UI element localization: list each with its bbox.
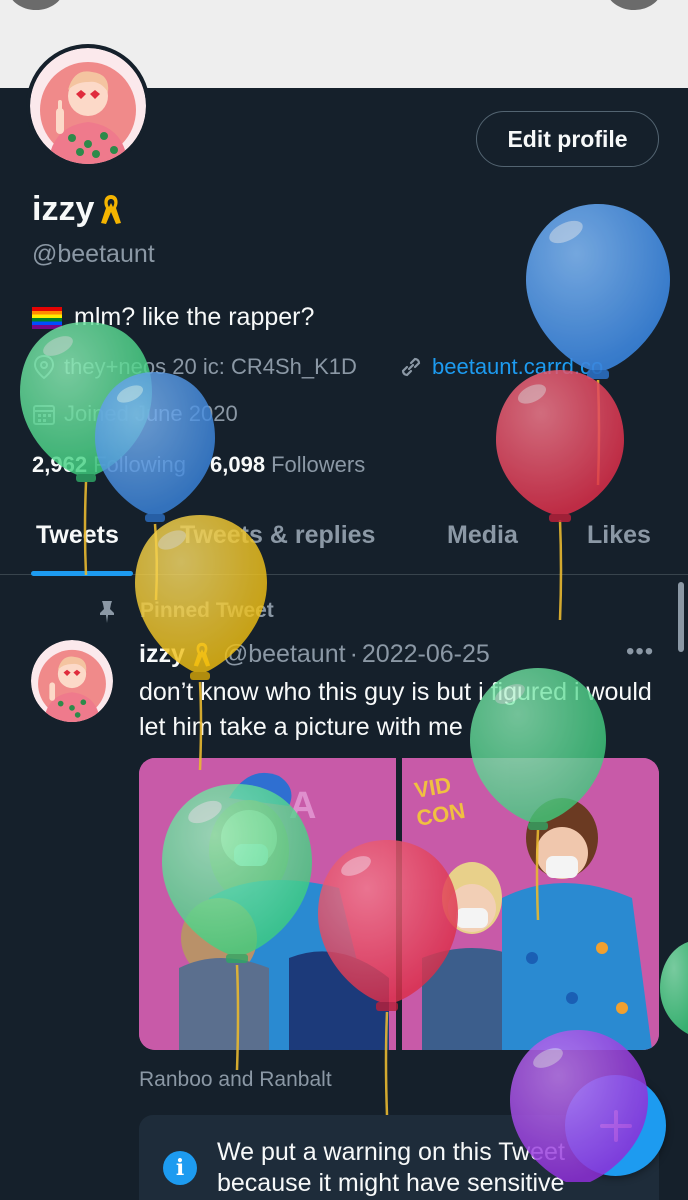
profile-avatar[interactable] bbox=[26, 44, 150, 168]
profile-handle: @beetaunt bbox=[32, 240, 155, 268]
tweet-author-name[interactable]: izzy bbox=[139, 640, 185, 669]
tab-media[interactable]: Media bbox=[447, 521, 518, 550]
pinned-text: Pinned Tweet bbox=[140, 599, 274, 622]
info-icon: i bbox=[163, 1151, 197, 1185]
profile-website[interactable]: beetaunt.carrd.co bbox=[398, 354, 603, 380]
tweet-photo-2[interactable]: VID CON bbox=[402, 758, 659, 1050]
following-label[interactable]: Following bbox=[93, 452, 186, 478]
following-count[interactable]: 2,962 bbox=[32, 452, 87, 478]
profile-bio: mlm? like the rapper? bbox=[32, 303, 314, 332]
avatar-illustration bbox=[30, 48, 146, 164]
more-options-button[interactable] bbox=[606, 0, 662, 10]
tab-tweets[interactable]: Tweets bbox=[36, 521, 119, 550]
tweet-separator: · bbox=[349, 640, 358, 668]
website-link[interactable]: beetaunt.carrd.co bbox=[432, 354, 603, 380]
followers-count[interactable]: 6,098 bbox=[210, 452, 265, 478]
avatar-illustration-small bbox=[31, 640, 113, 722]
tweet-author-avatar[interactable] bbox=[31, 640, 113, 722]
profile-name-text: izzy bbox=[32, 190, 95, 228]
back-button[interactable] bbox=[8, 0, 64, 10]
balloon-blue-1 bbox=[95, 372, 215, 522]
tab-likes[interactable]: Likes bbox=[587, 521, 651, 550]
plus-icon bbox=[599, 1109, 632, 1142]
pinned-label: Pinned Tweet bbox=[94, 598, 274, 624]
location-pin-icon bbox=[33, 354, 55, 380]
followers-label[interactable]: Followers bbox=[271, 452, 365, 478]
balloon-blue-2 bbox=[526, 204, 670, 379]
location-text: they+neos 20 ic: CR4Sh_K1D bbox=[64, 354, 357, 379]
profile-joined: Joined June 2020 bbox=[32, 401, 238, 427]
link-icon bbox=[401, 357, 421, 377]
profile-location: they+neos 20 ic: CR4Sh_K1D bbox=[32, 354, 357, 380]
bio-text: mlm? like the rapper? bbox=[74, 303, 315, 331]
svg-text:A: A bbox=[289, 785, 316, 827]
profile-tabs: Tweets Tweets & replies Media Likes bbox=[0, 505, 688, 576]
tweet-header: izzy @beetaunt · 2022-06-25 bbox=[139, 640, 490, 669]
ribbon-icon bbox=[101, 194, 122, 224]
tweet-text: don’t know who this guy is but i figured… bbox=[139, 678, 652, 741]
calendar-icon bbox=[33, 405, 55, 425]
pin-icon bbox=[100, 601, 114, 623]
rainbow-flag-icon bbox=[32, 306, 62, 329]
edit-profile-button[interactable]: Edit profile bbox=[476, 111, 659, 167]
compose-tweet-button[interactable] bbox=[565, 1075, 666, 1176]
tweet-media[interactable]: A VID CON bbox=[139, 758, 659, 1050]
balloon-red-1 bbox=[496, 370, 624, 522]
tweet-date[interactable]: 2022-06-25 bbox=[362, 640, 490, 669]
tweet-photo-1[interactable]: A bbox=[139, 758, 396, 1050]
follow-stats: 2,962 Following 6,098 Followers bbox=[32, 452, 365, 478]
profile-name: izzy bbox=[32, 190, 122, 229]
balloon-green-4 bbox=[660, 942, 688, 1034]
photo-content-1: A bbox=[139, 758, 396, 1050]
tab-tweets-replies[interactable]: Tweets & replies bbox=[180, 521, 375, 550]
tweet-author-handle[interactable]: @beetaunt bbox=[223, 640, 346, 669]
scrollbar[interactable] bbox=[678, 582, 684, 652]
ribbon-icon bbox=[193, 642, 211, 666]
tweet-more-button[interactable]: ••• bbox=[626, 638, 654, 666]
active-tab-indicator bbox=[31, 571, 133, 576]
photo-content-2: VID CON bbox=[402, 758, 659, 1050]
media-caption: Ranboo and Ranbalt bbox=[139, 1068, 332, 1091]
joined-text: Joined June 2020 bbox=[64, 401, 238, 426]
